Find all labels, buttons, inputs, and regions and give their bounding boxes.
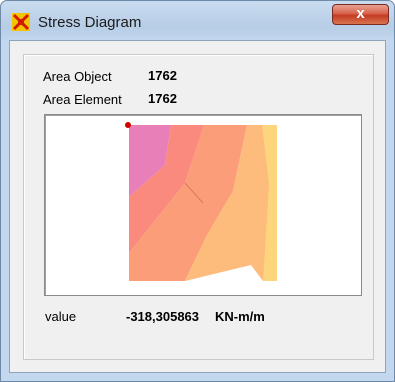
area-object-value: 1762	[148, 68, 177, 83]
close-icon: x	[356, 5, 365, 22]
area-element-value: 1762	[148, 91, 177, 106]
app-icon	[12, 13, 30, 31]
stress-contour-plot	[125, 122, 277, 281]
dialog-client-area: Area Object 1762 Area Element 1762 value…	[9, 40, 386, 373]
stress-diagram-canvas	[44, 114, 362, 296]
area-object-label: Area Object	[43, 69, 112, 84]
area-element-label: Area Element	[43, 92, 122, 107]
window-title: Stress Diagram	[38, 14, 142, 31]
title-bar[interactable]: Stress Diagram x	[1, 1, 394, 41]
value-unit: KN-m/m	[215, 309, 265, 324]
selected-point-marker	[125, 122, 131, 128]
value-readout: -318,305863	[126, 309, 200, 324]
stress-diagram-window: Stress Diagram x Area Object 1762 Area E…	[0, 0, 395, 382]
close-button[interactable]: x	[332, 4, 389, 25]
value-label: value	[45, 309, 77, 324]
